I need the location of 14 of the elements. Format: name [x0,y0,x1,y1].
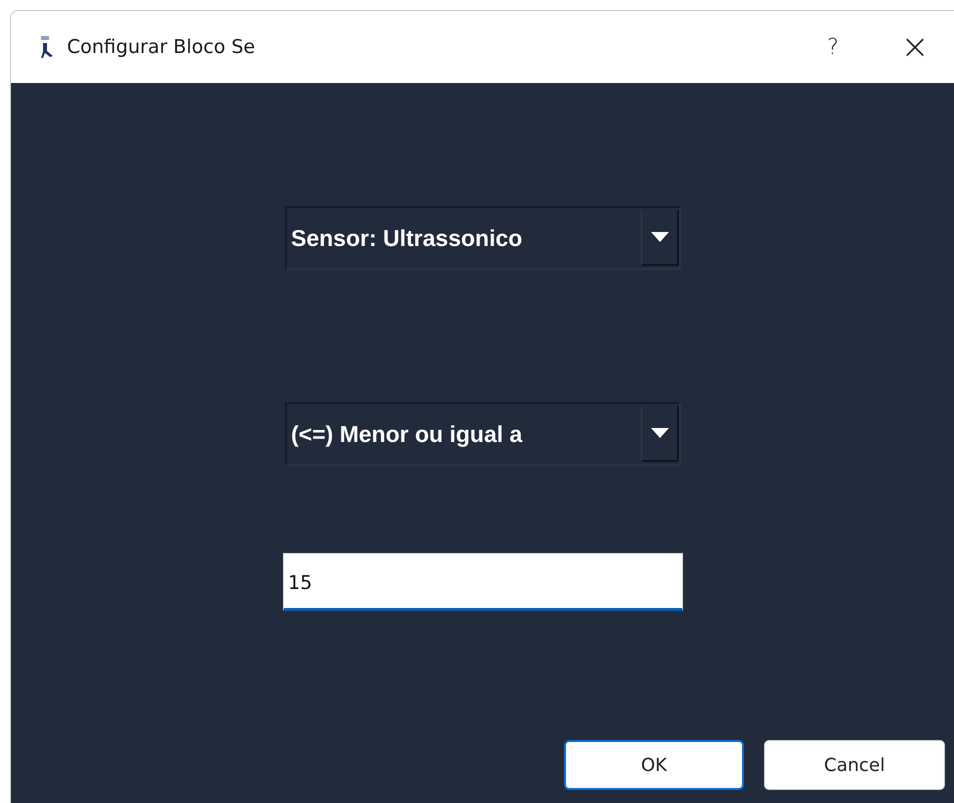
caret-icon [650,428,668,438]
ok-button[interactable]: OK [564,740,744,790]
dropdown-value: (<=) Menor ou igual a [291,420,522,448]
dropdown-value: Sensor: Ultrassonico [291,224,522,252]
cancel-button[interactable]: Cancel [764,740,945,790]
dropdown[interactable]: Sensor: Ultrassonico [285,206,681,270]
dropdown-arrow-button[interactable] [641,210,679,266]
window-title: Configurar Bloco Se [67,36,256,58]
value-input-field[interactable]: 15 [283,553,683,611]
help-button[interactable]: ? [803,22,863,72]
dropdown[interactable]: (<=) Menor ou igual a [285,402,681,466]
close-button[interactable]: × [875,22,954,72]
caret-icon [650,232,668,242]
dropdown-arrow-button[interactable] [641,406,679,462]
